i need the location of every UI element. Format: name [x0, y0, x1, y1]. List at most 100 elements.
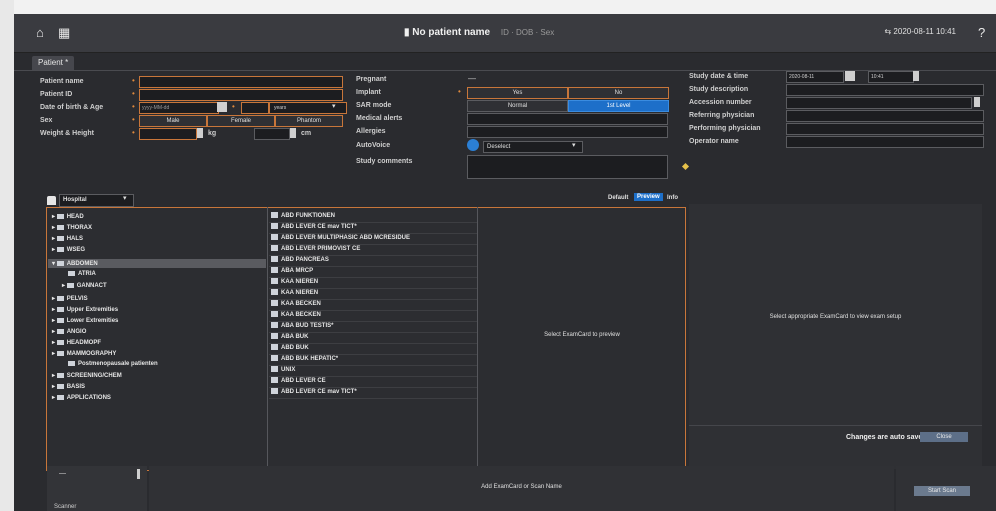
autovoice-select[interactable]: Deselect: [483, 141, 583, 153]
minus-icon[interactable]: —: [59, 470, 66, 477]
select-preview-message: Select ExamCard to preview: [544, 332, 620, 338]
examcard-icon: [271, 388, 278, 395]
patient-id-input[interactable]: [139, 89, 343, 101]
time-spinner[interactable]: [913, 71, 919, 81]
weight-spinner[interactable]: [197, 128, 203, 138]
sar-normal-button[interactable]: Normal: [467, 100, 568, 112]
auto-saved-text: Changes are auto saved: [846, 434, 927, 441]
home-icon[interactable]: ⌂: [36, 26, 50, 40]
performing-physician-label: Performing physician: [689, 125, 761, 132]
calendar-icon[interactable]: [217, 102, 227, 112]
patient-name-label: Patient name: [40, 78, 84, 85]
dob-input[interactable]: yyyy-MM-dd: [139, 102, 219, 114]
sex-male-button[interactable]: Male: [139, 115, 207, 127]
help-icon[interactable]: ?: [978, 26, 992, 40]
sex-female-button[interactable]: Female: [207, 115, 275, 127]
tab-patient[interactable]: Patient *: [32, 56, 75, 70]
tab-default[interactable]: Default: [608, 195, 628, 201]
tree-item[interactable]: ▸ BASIS: [52, 383, 85, 390]
tree-item[interactable]: ATRIA: [68, 271, 96, 277]
accession-number-label: Accession number: [689, 99, 752, 106]
add-examcard-message: Add ExamCard or Scan Name: [481, 484, 562, 490]
accession-more-icon[interactable]: [974, 97, 980, 107]
medical-alerts-input[interactable]: [467, 113, 668, 125]
examcard-icon: [271, 311, 278, 318]
operator-name-label: Operator name: [689, 138, 739, 145]
tree-item[interactable]: ▸ ANGIO: [52, 328, 86, 335]
referring-physician-label: Referring physician: [689, 112, 755, 119]
examcard-icon: [271, 355, 278, 362]
monitor-bezel-top: [0, 0, 996, 14]
patient-subtitle: ID · DOB · Sex: [500, 28, 555, 37]
height-input[interactable]: [254, 128, 290, 140]
study-comments-input[interactable]: [467, 155, 668, 179]
tree-item[interactable]: ▸ SCREENING/CHEM: [52, 372, 122, 379]
folder-icon: [56, 213, 64, 219]
tree-item[interactable]: Postmenopausale patienten: [68, 361, 158, 367]
tree-item[interactable]: ▾ ABDOMEN: [52, 260, 98, 267]
patient-name-title: No patient name: [412, 27, 491, 38]
tree-item[interactable]: ▸ Upper Extremities: [52, 306, 118, 313]
sar-first-level-button[interactable]: 1st Level: [568, 100, 669, 112]
allergies-input[interactable]: [467, 126, 668, 138]
patient-title: ▮ No patient name ID · DOB · Sex: [404, 27, 554, 38]
autovoice-icon[interactable]: [467, 139, 479, 151]
examcard-icon: [271, 212, 278, 219]
tree-item[interactable]: ▸ MAMMOGRAPHY: [52, 350, 116, 357]
tree-item[interactable]: ▸ HALS: [52, 235, 83, 242]
study-time-input[interactable]: 10:41: [868, 71, 914, 83]
tree-item[interactable]: ▸ WSEG: [52, 246, 85, 253]
examcard-icon: [271, 278, 278, 285]
study-description-input[interactable]: [786, 84, 984, 96]
select-examcard-message: Select appropriate ExamCard to view exam…: [769, 314, 902, 320]
folder-icon: [56, 260, 64, 266]
tree-item[interactable]: ▸ HEADMOPF: [52, 339, 101, 346]
scroll-handle[interactable]: [137, 469, 140, 479]
setup-divider: [689, 425, 982, 426]
cursor-pointer-icon: [681, 162, 690, 171]
referring-physician-input[interactable]: [786, 110, 984, 122]
required-marker: •: [232, 102, 235, 111]
tab-info[interactable]: Info: [667, 195, 678, 201]
examcard-tree: ▸ HEAD ▸ THORAX ▸ HALS ▸ WSEG ▾ ABDOMEN …: [48, 209, 266, 467]
operator-name-input[interactable]: [786, 136, 984, 148]
calendar-icon[interactable]: [845, 71, 855, 81]
examcard-icon: [271, 267, 278, 274]
list-item[interactable]: ABD LEVER CE mav TICT*: [269, 387, 477, 399]
sex-phantom-button[interactable]: Phantom: [275, 115, 343, 127]
accession-number-input[interactable]: [786, 97, 972, 109]
implant-no-button[interactable]: No: [568, 87, 669, 99]
required-marker: •: [458, 87, 461, 96]
required-marker: •: [132, 89, 135, 98]
study-date-input[interactable]: 2020-08-11: [786, 71, 844, 83]
weight-input[interactable]: [139, 128, 197, 140]
close-button[interactable]: Close: [920, 432, 968, 442]
folder-icon: [56, 306, 64, 312]
layout-icon[interactable]: ▦: [58, 26, 72, 40]
start-scan-button[interactable]: Start Scan: [914, 486, 970, 496]
tree-item[interactable]: ▸ GANNACT: [62, 282, 107, 289]
height-unit: cm: [301, 130, 312, 137]
age-input[interactable]: [241, 102, 269, 114]
implant-yes-button[interactable]: Yes: [467, 87, 568, 99]
lock-icon[interactable]: [47, 196, 56, 205]
tree-item[interactable]: ▸ HEAD: [52, 213, 84, 220]
patient-name-input[interactable]: [139, 76, 343, 88]
autovoice-label: AutoVoice: [356, 142, 391, 149]
tree-item[interactable]: ▸ PELVIS: [52, 295, 88, 302]
dob-age-label: Date of birth & Age: [40, 104, 104, 111]
required-marker: •: [132, 102, 135, 111]
weight-unit: kg: [208, 130, 217, 137]
performing-physician-input[interactable]: [786, 123, 984, 135]
tree-item[interactable]: ▸ THORAX: [52, 224, 92, 231]
tab-preview[interactable]: Preview: [634, 193, 663, 201]
height-spinner[interactable]: [290, 128, 296, 138]
tree-item[interactable]: ▸ APPLICATIONS: [52, 394, 111, 401]
datetime-text: 2020-08-11 10:41: [893, 27, 956, 36]
pregnant-label: Pregnant: [356, 76, 387, 83]
folder-icon: [56, 246, 64, 252]
study-comments-label: Study comments: [356, 158, 413, 165]
folder-icon: [56, 317, 64, 323]
tree-item[interactable]: ▸ Lower Extremities: [52, 317, 118, 324]
examcard-icon: [271, 245, 278, 252]
